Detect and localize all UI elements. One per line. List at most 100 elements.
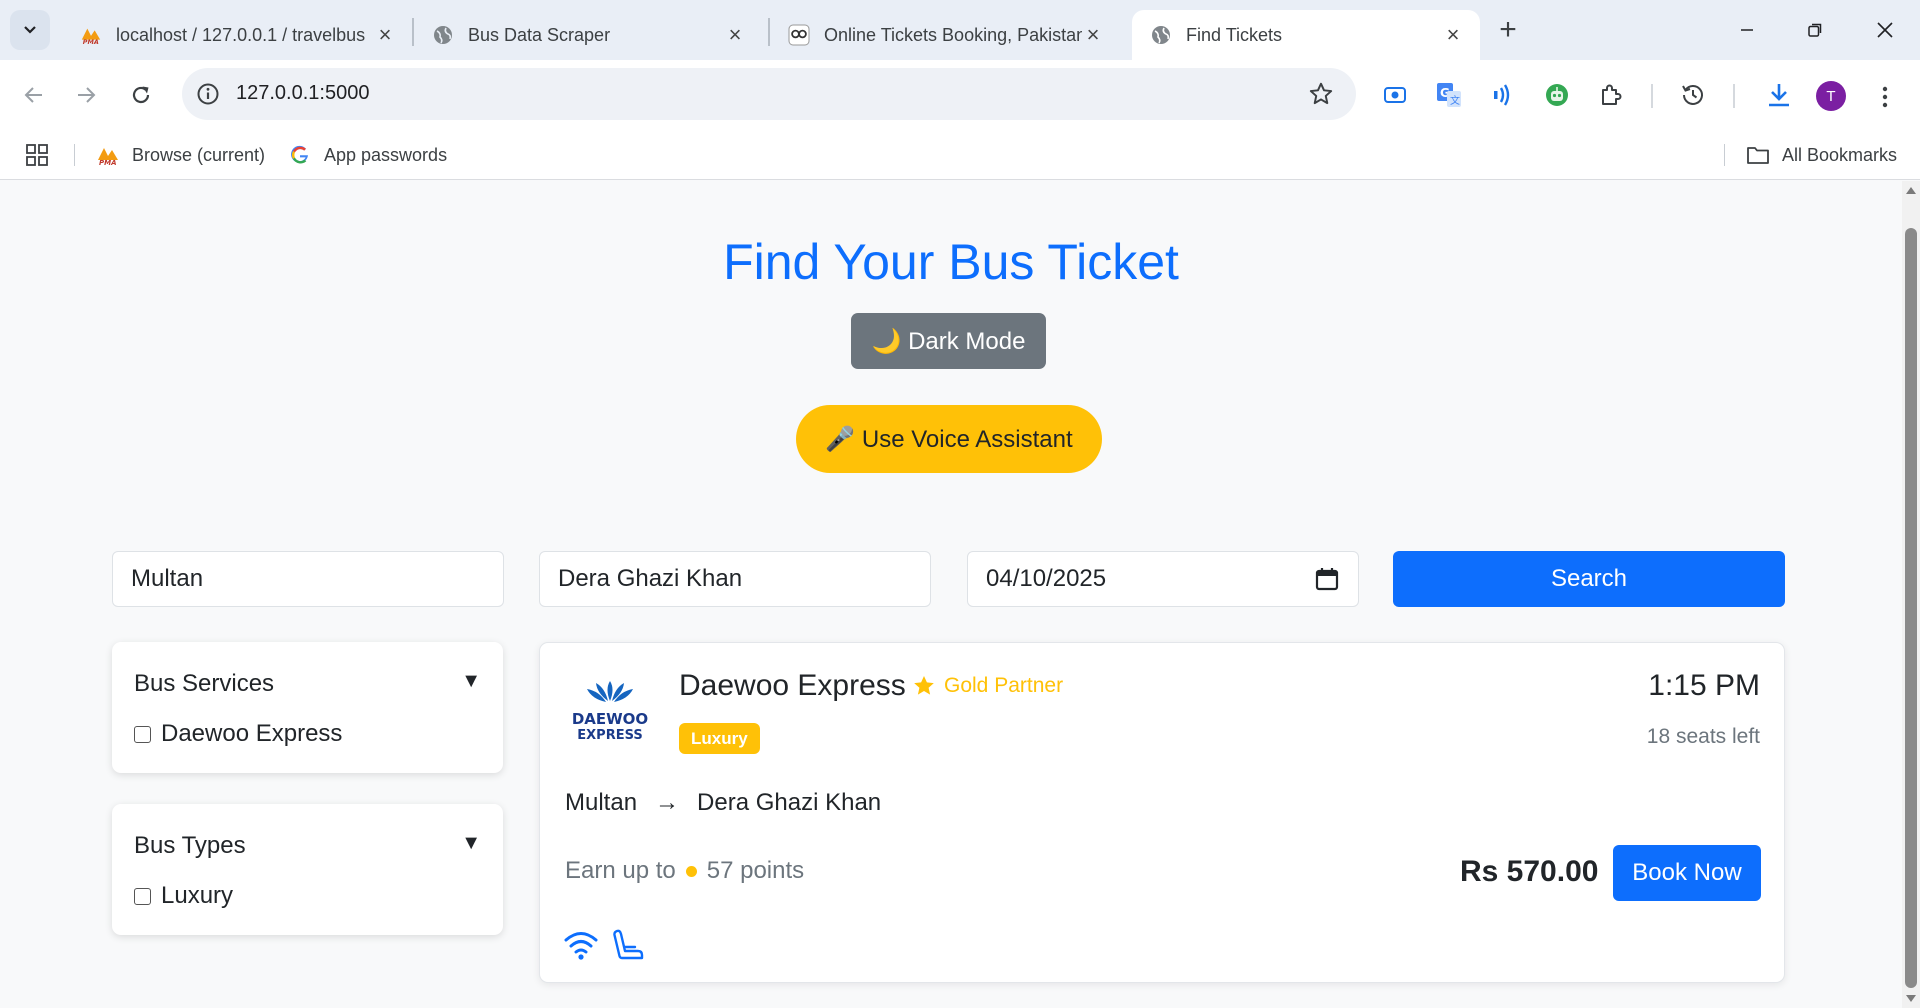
puzzle-extensions-icon[interactable] (1594, 78, 1628, 112)
filter-option-luxury[interactable]: Luxury (134, 882, 233, 910)
route-arrow: → (655, 789, 680, 816)
star-icon (914, 676, 934, 695)
travel-date-input[interactable]: 04/10/2025 (967, 551, 1359, 607)
apps-grid-button[interactable] (26, 140, 48, 170)
tab-search-button[interactable] (10, 10, 50, 50)
new-tab-button[interactable]: + (1490, 12, 1526, 48)
close-icon[interactable]: × (1442, 22, 1464, 47)
bus-type-badge: Luxury (679, 723, 760, 754)
bookmark-star-icon[interactable] (1308, 81, 1334, 107)
reload-button[interactable] (121, 75, 161, 115)
calendar-icon[interactable] (1314, 566, 1340, 592)
address-bar[interactable]: 127.0.0.1:5000 (182, 68, 1356, 120)
tab-title: localhost / 127.0.0.1 / travelbus (116, 24, 366, 45)
minimize-button[interactable] (1722, 10, 1772, 50)
ticket-price: Rs 570.00 (1460, 855, 1599, 888)
svg-text:PMA: PMA (83, 38, 99, 46)
filter-option-daewoo-express[interactable]: Daewoo Express (134, 720, 342, 748)
tab-phpmyadmin[interactable]: PMA localhost / 127.0.0.1 / travelbus × (62, 10, 412, 60)
daewoo-logo: DAEWOO EXPRESS (572, 681, 648, 743)
points-prefix: Earn up to (565, 857, 676, 884)
toolbar-divider (1651, 84, 1653, 108)
all-bookmarks-button[interactable]: All Bookmarks (1746, 140, 1897, 170)
info-icon[interactable] (196, 82, 220, 106)
logo-text-bottom: EXPRESS (577, 728, 642, 743)
forward-button[interactable] (66, 75, 106, 115)
bookmark-label: App passwords (324, 144, 448, 165)
globe-icon (1150, 24, 1172, 46)
kebab-menu-icon[interactable] (1870, 80, 1900, 114)
history-icon[interactable] (1676, 78, 1710, 112)
screencast-extension-icon[interactable] (1378, 78, 1412, 112)
travel-date-value: 04/10/2025 (986, 565, 1107, 592)
loyalty-points: Earn up to 57 points (565, 857, 804, 885)
translate-extension-icon[interactable]: G文 (1432, 78, 1466, 112)
svg-text:文: 文 (1450, 94, 1460, 107)
tab-title: Find Tickets (1186, 24, 1283, 45)
robot-extension-icon[interactable] (1540, 78, 1574, 112)
restore-icon (1808, 23, 1822, 37)
voice-assistant-button[interactable]: 🎤 Use Voice Assistant (796, 405, 1102, 473)
operator-name: Daewoo Express (679, 669, 906, 702)
bookmarks-bar: PMA Browse (current) App passwords All B… (0, 130, 1920, 180)
back-button[interactable] (14, 75, 54, 115)
caret-down-icon[interactable]: ▼ (461, 670, 481, 693)
close-icon[interactable]: × (374, 22, 396, 47)
tab-find-tickets[interactable]: Find Tickets × (1132, 10, 1480, 60)
bus-services-filter: Bus Services ▼ Daewoo Express (112, 642, 503, 773)
arrow-left-icon (24, 87, 42, 103)
tab-bus-data-scraper[interactable]: Bus Data Scraper × (414, 10, 762, 60)
filter-option-label: Daewoo Express (161, 720, 343, 747)
pma-icon: PMA (80, 24, 102, 46)
from-city-input[interactable]: Multan (112, 551, 504, 607)
checkbox[interactable] (134, 887, 151, 905)
reload-icon (132, 86, 150, 104)
seat-icon (613, 929, 644, 960)
bookmark-browse-current[interactable]: PMA Browse (current) (96, 140, 265, 170)
bus-result-card: DAEWOO EXPRESS Daewoo Express Gold Partn… (539, 642, 1785, 983)
partner-badge: Gold Partner (912, 674, 1063, 698)
bookmark-app-passwords[interactable]: App passwords (288, 140, 447, 170)
partner-label: Gold Partner (944, 674, 1064, 697)
scrollbar-thumb[interactable] (1905, 228, 1917, 988)
seats-left: 18 seats left (1646, 725, 1760, 748)
checkbox[interactable] (134, 725, 151, 743)
arrow-right-icon (78, 87, 96, 103)
search-button[interactable]: Search (1393, 551, 1785, 607)
scroll-down-icon[interactable] (1906, 995, 1916, 1002)
profile-avatar[interactable]: T (1816, 81, 1846, 111)
url-text[interactable]: 127.0.0.1:5000 (236, 82, 369, 105)
route: Multan → Dera Ghazi Khan (565, 789, 881, 817)
route-origin: Multan (565, 789, 638, 816)
dark-mode-button[interactable]: 🌙 Dark Mode (851, 313, 1046, 369)
to-city-input[interactable]: Dera Ghazi Khan (539, 551, 931, 607)
wifi-icon (564, 932, 598, 960)
close-icon (1877, 22, 1893, 38)
points-value: 57 points (706, 857, 805, 884)
caret-down-icon[interactable]: ▼ (461, 832, 481, 855)
read-aloud-extension-icon[interactable] (1486, 78, 1520, 112)
page-scrollbar[interactable] (1902, 181, 1920, 1008)
toolbar-divider (1733, 84, 1735, 108)
close-window-button[interactable] (1860, 10, 1910, 50)
tab-bookme[interactable]: Online Tickets Booking, Pakistan × (770, 10, 1120, 60)
departure-time: 1:15 PM (1648, 669, 1760, 702)
bookmarks-divider (1724, 144, 1725, 166)
download-icon[interactable] (1762, 78, 1796, 112)
filter-title: Bus Services (134, 670, 275, 697)
route-destination: Dera Ghazi Khan (697, 789, 882, 816)
minimize-icon (1741, 29, 1753, 31)
logo-text-top: DAEWOO (572, 710, 648, 728)
book-now-button[interactable]: Book Now (1613, 845, 1761, 901)
filter-option-label: Luxury (161, 882, 234, 909)
pma-icon: PMA (96, 143, 120, 167)
scroll-up-icon[interactable] (1906, 187, 1916, 194)
restore-button[interactable] (1790, 10, 1840, 50)
google-icon (288, 143, 312, 167)
filter-title: Bus Types (134, 832, 246, 859)
globe-icon (432, 24, 454, 46)
close-icon[interactable]: × (1082, 22, 1104, 47)
bookmark-label: Browse (current) (132, 144, 266, 165)
close-icon[interactable]: × (724, 22, 746, 47)
bookme-icon (788, 24, 810, 46)
